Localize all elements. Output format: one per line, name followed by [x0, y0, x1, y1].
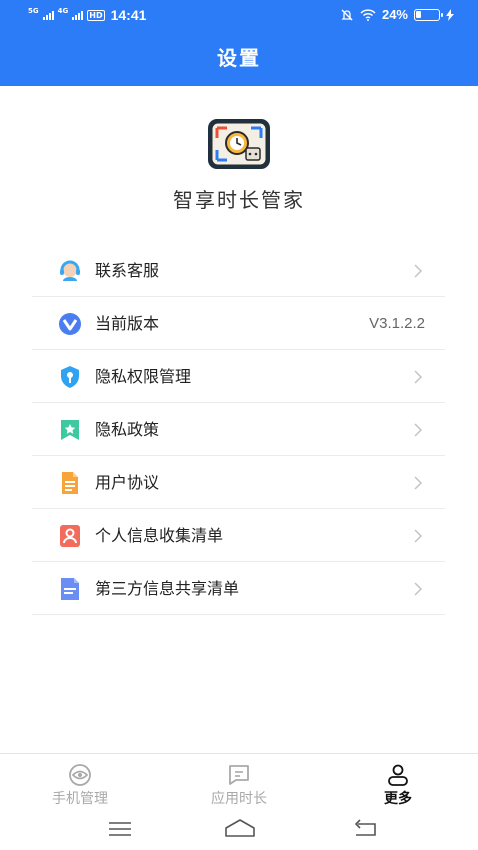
charging-icon [446, 8, 454, 21]
chevron-right-icon [414, 370, 423, 384]
network-type-2: 4G [57, 6, 69, 15]
menu-item-label: 用户协议 [95, 473, 160, 492]
battery-icon [414, 8, 443, 21]
home-icon[interactable] [224, 818, 256, 838]
status-bar: 5G 4G HD 14:41 24% [0, 0, 478, 30]
app-name: 智享时长管家 [173, 188, 305, 212]
bottom-tab-bar: 手机管理 应用时长 更多 [0, 753, 478, 809]
menu-item-label: 联系客服 [95, 261, 160, 280]
header-bar: 5G 4G HD 14:41 24% 设置 [0, 0, 478, 86]
battery-percent: 24% [381, 7, 408, 22]
customer-service-icon [60, 260, 80, 281]
version-value: V3.1.2.2 [369, 315, 425, 332]
menu-item-label: 第三方信息共享清单 [95, 579, 240, 598]
menu-item-customer-service[interactable]: 联系客服 [32, 244, 445, 297]
menu-item-label: 个人信息收集清单 [95, 526, 224, 545]
mute-icon [341, 9, 353, 20]
menu-item-personal-info-list[interactable]: 个人信息收集清单 [32, 509, 445, 562]
status-time: 14:41 [110, 7, 147, 23]
person-card-icon [60, 525, 80, 547]
page-title: 设置 [217, 46, 261, 70]
wifi-icon [360, 8, 376, 21]
chevron-right-icon [414, 529, 423, 543]
tab-phone-management[interactable]: 手机管理 [20, 754, 140, 810]
signal-icon-2 [72, 10, 84, 20]
chevron-right-icon [414, 264, 423, 278]
chevron-right-icon [414, 582, 423, 596]
hd-badge: HD [87, 9, 105, 21]
menu-item-version[interactable]: 当前版本 V3.1.2.2 [32, 297, 445, 350]
menu-icon[interactable] [108, 821, 132, 837]
app-logo-icon [208, 119, 270, 169]
tab-label: 更多 [384, 791, 412, 807]
message-icon [229, 765, 249, 785]
menu-item-privacy-policy[interactable]: 隐私政策 [32, 403, 445, 456]
user-icon [388, 764, 408, 786]
network-type-1: 5G [28, 6, 39, 15]
tab-more[interactable]: 更多 [338, 754, 458, 810]
chevron-right-icon [414, 423, 423, 437]
menu-item-privacy-permissions[interactable]: 隐私权限管理 [32, 350, 445, 403]
menu-item-label: 隐私权限管理 [95, 367, 192, 386]
settings-menu: 联系客服 当前版本 V3.1.2.2 隐私权限管理 隐私政策 用户协议 个人信息… [32, 244, 445, 615]
tab-app-usage[interactable]: 应用时长 [179, 754, 299, 810]
version-icon [59, 313, 81, 335]
signal-icon [42, 10, 54, 20]
menu-item-label: 当前版本 [95, 314, 160, 333]
shield-icon [61, 366, 79, 388]
system-nav-bar [0, 809, 478, 850]
back-icon[interactable] [352, 819, 378, 837]
menu-item-third-party-sharing[interactable]: 第三方信息共享清单 [32, 562, 445, 615]
list-file-icon [61, 578, 79, 600]
tab-label: 手机管理 [52, 791, 108, 807]
menu-item-label: 隐私政策 [95, 420, 160, 439]
menu-item-user-agreement[interactable]: 用户协议 [32, 456, 445, 509]
tab-label: 应用时长 [211, 791, 267, 807]
bookmark-star-icon [61, 420, 79, 440]
chevron-right-icon [414, 476, 423, 490]
document-icon [62, 472, 78, 494]
eye-icon [69, 764, 91, 786]
